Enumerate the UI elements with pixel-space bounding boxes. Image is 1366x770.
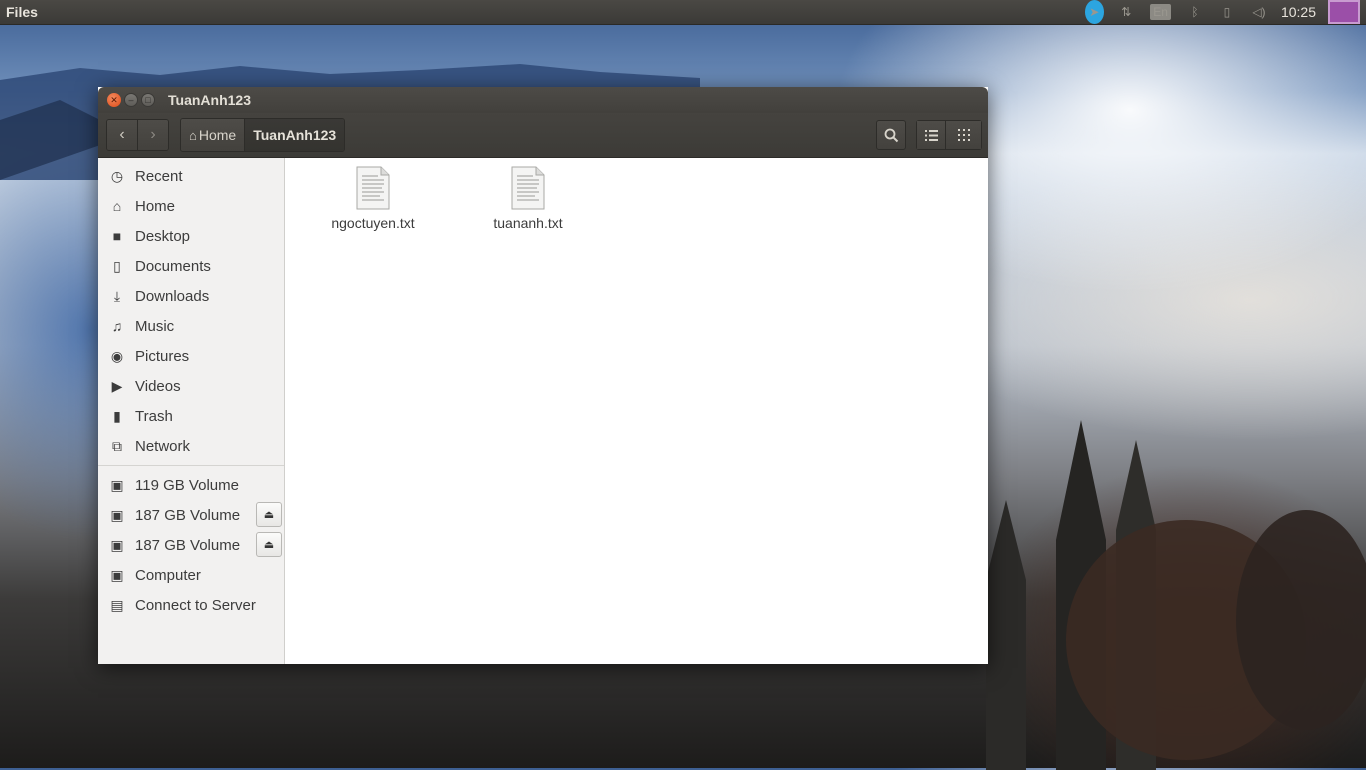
sidebar-item-label: Documents bbox=[135, 257, 211, 275]
folder-icon: ■ bbox=[112, 228, 122, 244]
eject-icon: ⏏ bbox=[263, 509, 275, 521]
grid-view-button[interactable] bbox=[946, 120, 982, 150]
sidebar-item-label: Downloads bbox=[135, 287, 210, 305]
search-icon bbox=[884, 128, 898, 142]
file-manager-window: ✕ – □ TuanAnh123 ‹ › ⌂ Home TuanAnh123 ◷… bbox=[98, 87, 988, 664]
file-name: ngoctuyen.txt bbox=[331, 215, 415, 231]
sidebar-item-music[interactable]: ♫ Music bbox=[98, 311, 284, 341]
system-tray: ➤ ⇅ En ᛒ ▯ ◁) 10:25 bbox=[1078, 0, 1366, 24]
sidebar-item-label: Connect to Server bbox=[135, 596, 256, 614]
document-icon: ▯ bbox=[113, 257, 121, 274]
view-switcher bbox=[916, 120, 982, 150]
server-icon: ▤ bbox=[110, 596, 124, 613]
sidebar-item-network[interactable]: ⧉ Network bbox=[98, 431, 284, 461]
file-name: tuananh.txt bbox=[493, 215, 563, 231]
list-view-icon bbox=[924, 129, 938, 141]
toolbar-right bbox=[876, 120, 982, 150]
sidebar-item-volume-187-a[interactable]: ▣ 187 GB Volume ⏏ bbox=[98, 500, 284, 530]
network-icon[interactable]: ⇅ bbox=[1110, 0, 1142, 24]
drive-icon: ▣ bbox=[110, 506, 124, 523]
list-view-button[interactable] bbox=[916, 120, 946, 150]
breadcrumb-current[interactable]: TuanAnh123 bbox=[244, 119, 345, 151]
video-icon: ▶ bbox=[111, 377, 123, 394]
sidebar-item-videos[interactable]: ▶ Videos bbox=[98, 371, 284, 401]
window-title: TuanAnh123 bbox=[168, 92, 251, 108]
back-button[interactable]: ‹ bbox=[107, 120, 137, 150]
sidebar: ◷ Recent ⌂ Home ■ Desktop ▯ Documents ⤓ Downl… bbox=[98, 158, 285, 664]
sidebar-item-recent[interactable]: ◷ Recent bbox=[98, 161, 284, 191]
battery-icon[interactable]: ▯ bbox=[1211, 0, 1243, 24]
file-view[interactable]: ngoctuyen.txt tuananh.txt bbox=[285, 158, 988, 664]
sidebar-item-home[interactable]: ⌂ Home bbox=[98, 191, 284, 221]
sidebar-item-label: Recent bbox=[135, 167, 183, 185]
telegram-icon[interactable]: ➤ bbox=[1078, 0, 1110, 24]
sidebar-item-label: Trash bbox=[135, 407, 173, 425]
sidebar-item-volume-119[interactable]: ▣ 119 GB Volume bbox=[98, 470, 284, 500]
sidebar-item-desktop[interactable]: ■ Desktop bbox=[98, 221, 284, 251]
sidebar-separator bbox=[98, 465, 284, 466]
session-icon[interactable] bbox=[1322, 0, 1366, 24]
home-icon: ⌂ bbox=[112, 198, 122, 214]
clock-icon: ◷ bbox=[110, 167, 124, 184]
sidebar-item-label: Pictures bbox=[135, 347, 190, 365]
chevron-left-icon: ‹ bbox=[119, 126, 125, 143]
sidebar-item-documents[interactable]: ▯ Documents bbox=[98, 251, 284, 281]
sidebar-item-label: Desktop bbox=[135, 227, 191, 245]
sidebar-item-label: Music bbox=[135, 317, 175, 335]
volume-icon[interactable]: ◁) bbox=[1243, 0, 1275, 24]
text-file-icon bbox=[511, 166, 545, 210]
sidebar-item-label: 187 GB Volume bbox=[135, 536, 241, 554]
wallpaper-trees bbox=[986, 420, 1366, 770]
sidebar-item-trash[interactable]: ▮ Trash bbox=[98, 401, 284, 431]
clock[interactable]: 10:25 bbox=[1275, 0, 1322, 24]
download-icon: ⤓ bbox=[113, 287, 121, 304]
network-icon: ⧉ bbox=[112, 437, 122, 454]
trash-icon: ▮ bbox=[113, 407, 121, 424]
sidebar-item-label: Videos bbox=[135, 377, 181, 395]
breadcrumb-home[interactable]: ⌂ Home bbox=[181, 119, 245, 151]
drive-icon: ▣ bbox=[110, 566, 124, 583]
eject-icon: ⏏ bbox=[263, 539, 275, 551]
chevron-right-icon: › bbox=[150, 126, 156, 143]
sidebar-item-pictures[interactable]: ◉ Pictures bbox=[98, 341, 284, 371]
breadcrumb-label: Home bbox=[198, 127, 237, 143]
sidebar-item-connect-to-server[interactable]: ▤ Connect to Server bbox=[98, 590, 284, 620]
text-file-icon bbox=[356, 166, 390, 210]
sidebar-item-label: Home bbox=[135, 197, 176, 215]
toolbar: ‹ › ⌂ Home TuanAnh123 bbox=[98, 113, 988, 158]
sidebar-item-volume-187-b[interactable]: ▣ 187 GB Volume ⏏ bbox=[98, 530, 284, 560]
sidebar-item-label: 187 GB Volume bbox=[135, 506, 241, 524]
keyboard-layout-indicator[interactable]: En bbox=[1150, 4, 1171, 20]
app-menu-title[interactable]: Files bbox=[0, 4, 38, 20]
camera-icon: ◉ bbox=[110, 347, 124, 364]
file-item[interactable]: tuananh.txt bbox=[468, 166, 588, 231]
file-item[interactable]: ngoctuyen.txt bbox=[313, 166, 433, 231]
breadcrumb-label: TuanAnh123 bbox=[253, 127, 337, 143]
music-icon: ♫ bbox=[111, 318, 123, 334]
top-panel: Files ➤ ⇅ En ᛒ ▯ ◁) 10:25 bbox=[0, 0, 1366, 25]
navigation-buttons: ‹ › bbox=[106, 119, 169, 151]
minimize-button[interactable]: – bbox=[124, 93, 138, 107]
eject-button[interactable]: ⏏ bbox=[256, 532, 282, 557]
search-button[interactable] bbox=[876, 120, 906, 150]
window-body: ◷ Recent ⌂ Home ■ Desktop ▯ Documents ⤓ Downl… bbox=[98, 158, 988, 664]
home-icon: ⌂ bbox=[189, 127, 197, 143]
close-button[interactable]: ✕ bbox=[107, 93, 121, 107]
breadcrumb: ⌂ Home TuanAnh123 bbox=[180, 118, 346, 152]
chip-icon: ▣ bbox=[110, 476, 124, 493]
sidebar-item-label: 119 GB Volume bbox=[135, 476, 239, 494]
eject-button[interactable]: ⏏ bbox=[256, 502, 282, 527]
drive-icon: ▣ bbox=[110, 536, 124, 553]
sidebar-item-label: Computer bbox=[135, 566, 201, 584]
window-titlebar: ✕ – □ TuanAnh123 bbox=[98, 87, 988, 113]
forward-button[interactable]: › bbox=[137, 120, 168, 150]
maximize-button[interactable]: □ bbox=[141, 93, 155, 107]
sidebar-item-computer[interactable]: ▣ Computer bbox=[98, 560, 284, 590]
bluetooth-icon[interactable]: ᛒ bbox=[1179, 0, 1211, 24]
sidebar-item-downloads[interactable]: ⤓ Downloads bbox=[98, 281, 284, 311]
grid-view-icon bbox=[957, 129, 970, 141]
sidebar-item-label: Network bbox=[135, 437, 191, 455]
